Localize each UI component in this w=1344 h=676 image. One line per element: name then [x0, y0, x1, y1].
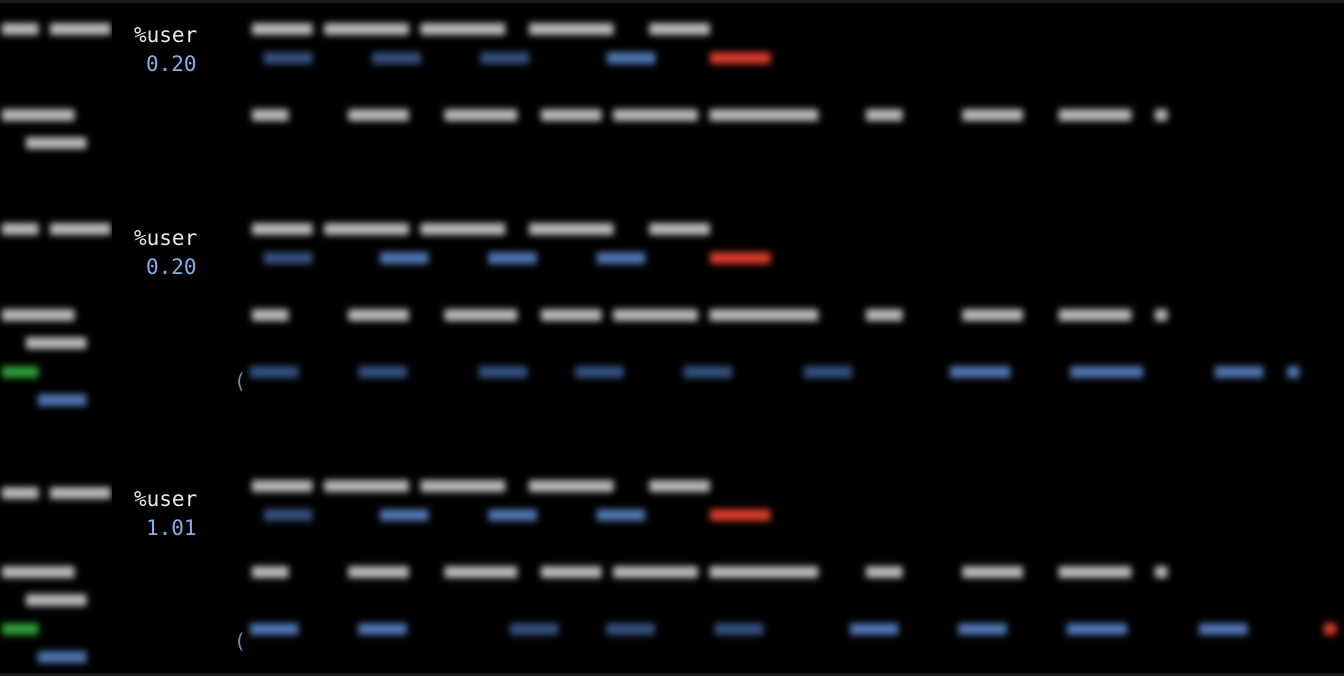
blurred-device-label: ▀▀▀▀▀▀	[2, 566, 75, 590]
blurred-cpu-label: ▀▀▀ ▀▀▀▀▀	[2, 487, 111, 511]
user-header: %user	[134, 487, 198, 511]
blurred-cpu-values: ▀▀▀▀ ▀▀▀▀ ▀▀▀▀	[380, 509, 645, 533]
blurred-cpu-value: ▀▀▀▀	[264, 252, 313, 276]
blurred-util-label: ▀▀▀▀▀	[26, 594, 87, 618]
blurred-cpu-label: ▀▀▀ ▀▀▀▀▀	[2, 223, 111, 247]
partial-glyph: (	[234, 369, 247, 393]
blurred-device-values: ▀▀▀▀ ▀▀▀▀ ▀▀▀▀▀ ▀▀▀▀	[850, 623, 1248, 647]
blurred-cpu-values: ▀▀▀▀ ▀▀▀▀ ▀▀▀▀	[264, 52, 529, 76]
user-header: %user	[134, 226, 198, 250]
blurred-device-values: ▀▀▀▀ ▀▀▀▀	[250, 623, 407, 647]
terminal-window: ▀▀▀ ▀▀▀▀▀ ▀▀▀▀▀ ▀▀▀▀▀▀▀ ▀▀▀▀▀▀▀ ▀▀▀▀▀▀▀ …	[0, 0, 1344, 676]
blurred-cpu-headers: ▀▀▀▀▀ ▀▀▀▀▀▀▀ ▀▀▀▀▀▀▀ ▀▀▀▀▀▀▀ ▀▀▀▀▀	[252, 23, 710, 47]
user-value: 0.20	[146, 52, 197, 76]
blurred-device-values: ▀▀▀▀▀ ▀▀▀▀▀▀ ▀▀▀▀ ▀	[950, 366, 1300, 390]
blurred-device-values: ▀▀▀▀ ▀▀▀▀ ▀▀▀▀ ▀▀▀▀ ▀▀▀▀ ▀▀▀▀	[250, 366, 853, 390]
user-header: %user	[134, 23, 198, 47]
blurred-idle-value: ▀▀▀▀▀	[710, 509, 771, 533]
blurred-device-name: ▀▀▀	[2, 623, 39, 647]
blurred-cpu-headers: ▀▀▀▀▀ ▀▀▀▀▀▀▀ ▀▀▀▀▀▀▀ ▀▀▀▀▀▀▀ ▀▀▀▀▀	[252, 223, 710, 247]
blurred-util-value: ▀▀▀▀	[38, 651, 87, 675]
blurred-cpu-value: ▀▀▀▀	[264, 509, 313, 533]
blurred-cpu-values: ▀▀▀▀ ▀▀▀▀ ▀▀▀▀	[380, 252, 645, 276]
blurred-device-headers: ▀▀▀ ▀▀▀▀▀ ▀▀▀▀▀▀ ▀▀▀▀▀ ▀▀▀▀▀▀▀ ▀▀▀▀▀▀▀▀▀…	[252, 566, 1168, 590]
blurred-device-label: ▀▀▀▀▀▀	[2, 109, 75, 133]
blurred-device-headers: ▀▀▀ ▀▀▀▀▀ ▀▀▀▀▀▀ ▀▀▀▀▀ ▀▀▀▀▀▀▀ ▀▀▀▀▀▀▀▀▀…	[252, 109, 1168, 133]
blurred-cpu-value: ▀▀▀▀	[607, 52, 656, 76]
blurred-util-label: ▀▀▀▀▀	[26, 337, 87, 361]
blurred-cpu-label: ▀▀▀ ▀▀▀▀▀	[2, 23, 111, 47]
blurred-idle-value: ▀▀▀▀▀	[710, 252, 771, 276]
blurred-device-name: ▀▀▀	[2, 366, 39, 390]
blurred-idle-value: ▀▀▀▀▀	[710, 52, 771, 76]
blurred-util-label: ▀▀▀▀▀	[26, 137, 87, 161]
blurred-cpu-headers: ▀▀▀▀▀ ▀▀▀▀▀▀▀ ▀▀▀▀▀▀▀ ▀▀▀▀▀▀▀ ▀▀▀▀▀	[252, 480, 710, 504]
blurred-device-values: ▀▀▀▀ ▀▀▀▀ ▀▀▀▀	[510, 623, 763, 647]
user-value: 0.20	[146, 255, 197, 279]
sharp-user-column: %user 0.20 %user 0.20 %user 1.01	[112, 6, 242, 668]
blurred-util-value: ▀▀▀▀	[38, 394, 87, 418]
user-value: 1.01	[146, 516, 197, 540]
blurred-idle-value: ▀	[1324, 623, 1337, 647]
blurred-device-label: ▀▀▀▀▀▀	[2, 309, 75, 333]
blurred-device-headers: ▀▀▀ ▀▀▀▀▀ ▀▀▀▀▀▀ ▀▀▀▀▀ ▀▀▀▀▀▀▀ ▀▀▀▀▀▀▀▀▀…	[252, 309, 1168, 333]
partial-glyph: (	[234, 629, 247, 653]
